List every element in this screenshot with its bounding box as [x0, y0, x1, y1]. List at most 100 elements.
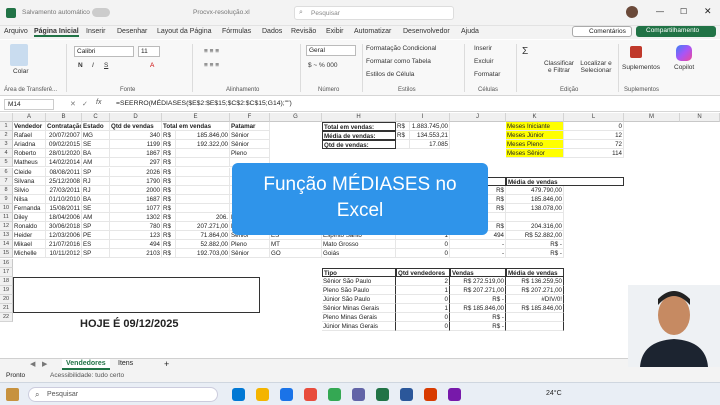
grid-cell[interactable]: 297: [110, 158, 162, 168]
grid-cell[interactable]: Roberto: [13, 149, 46, 159]
grid-cell[interactable]: 185.846,00: [176, 131, 230, 141]
tab-automatizar[interactable]: Automatizar: [354, 28, 391, 35]
avatar[interactable]: [626, 6, 638, 18]
align-left-icon[interactable]: ≡ ≡ ≡: [204, 62, 219, 69]
grid-cell[interactable]: GO: [270, 249, 322, 259]
grid-cell[interactable]: 2026: [110, 167, 162, 177]
tab-inserir[interactable]: Inserir: [86, 28, 105, 35]
grid-cell[interactable]: Rafael: [13, 131, 46, 141]
paste-icon[interactable]: [10, 44, 28, 66]
sheet-tab-vendedores[interactable]: Vendedores: [62, 359, 110, 370]
grid-cell[interactable]: 1867: [110, 149, 162, 159]
grid-cell[interactable]: Ronaldo: [13, 222, 46, 232]
grid-cell[interactable]: RJ: [82, 185, 110, 195]
grid-cell[interactable]: 1687: [110, 194, 162, 204]
delete-cells-button[interactable]: Excluir: [474, 58, 494, 65]
chrome-icon[interactable]: [328, 388, 341, 401]
grid-cell[interactable]: R$: [162, 185, 176, 195]
addins-button[interactable]: Suplementos: [622, 64, 660, 71]
copilot-icon[interactable]: [676, 45, 692, 61]
taskbar-search[interactable]: ⌕ Pesquisar: [28, 387, 218, 402]
grid-cell[interactable]: Fernanda: [13, 203, 46, 213]
grid-cell[interactable]: BA: [82, 149, 110, 159]
row-header[interactable]: 22: [0, 313, 13, 323]
row-header[interactable]: 5: [0, 158, 13, 168]
grid-cell[interactable]: AM: [82, 213, 110, 222]
formula-input[interactable]: =SEERRO(MÉDIASES($E$2:$E$15;$C$2:$C$15;G…: [112, 98, 712, 110]
column-header[interactable]: K: [506, 113, 564, 122]
weather-label[interactable]: 24°C: [546, 390, 562, 397]
paste-button[interactable]: Colar: [13, 68, 29, 75]
grid-cell[interactable]: MT: [270, 240, 322, 250]
grid-cell[interactable]: BA: [82, 194, 110, 204]
insert-function-icon[interactable]: fx: [96, 99, 101, 106]
row-header[interactable]: 1: [0, 122, 13, 131]
grid-cell[interactable]: Patamar: [230, 122, 270, 131]
grid-cell[interactable]: [176, 176, 230, 186]
grid-cell[interactable]: Nilsa: [13, 194, 46, 204]
font-color-icon[interactable]: A: [150, 62, 154, 69]
font-name-select[interactable]: Calibri: [74, 46, 134, 57]
select-all-corner[interactable]: [0, 113, 13, 122]
sort-filter-button[interactable]: Classificar e Filtrar: [544, 60, 574, 74]
grid-cell[interactable]: Silvana: [13, 176, 46, 186]
grid-cell[interactable]: R$: [162, 167, 176, 177]
grid-cell[interactable]: R$: [162, 149, 176, 159]
grid-cell[interactable]: [176, 149, 230, 159]
cancel-icon[interactable]: ✕: [70, 100, 76, 108]
grid-cell[interactable]: R$: [162, 240, 176, 250]
grid-cell[interactable]: 30/06/2018: [46, 222, 82, 232]
grid-cell[interactable]: [176, 194, 230, 204]
column-header[interactable]: D: [110, 113, 162, 122]
grid-cell[interactable]: SP: [82, 222, 110, 232]
grid-cell[interactable]: ES: [82, 240, 110, 250]
grid-cell[interactable]: SP: [82, 167, 110, 177]
autosave-toggle[interactable]: [92, 8, 110, 17]
grid-cell[interactable]: 494: [110, 240, 162, 250]
grid-cell[interactable]: [176, 167, 230, 177]
align-top-icon[interactable]: ≡ ≡ ≡: [204, 48, 219, 55]
row-header[interactable]: 16: [0, 258, 13, 268]
grid-cell[interactable]: 20/07/2007: [46, 131, 82, 141]
grid-cell[interactable]: Sênior: [230, 131, 270, 141]
grid-cell[interactable]: 71.864,00: [176, 231, 230, 241]
grid-cell[interactable]: Contratação: [46, 122, 82, 131]
tab-desenhar[interactable]: Desenhar: [117, 28, 147, 35]
grid-cell[interactable]: Ariadna: [13, 140, 46, 150]
grid-cell[interactable]: 08/08/2011: [46, 167, 82, 177]
app-icon[interactable]: [304, 388, 317, 401]
confirm-icon[interactable]: ✓: [82, 100, 88, 108]
row-header[interactable]: 6: [0, 167, 13, 177]
grid-cell[interactable]: 18/04/2006: [46, 213, 82, 222]
row-header[interactable]: 9: [0, 194, 13, 204]
name-box[interactable]: M14: [4, 99, 54, 110]
tab-dados[interactable]: Dados: [262, 28, 282, 35]
row-header[interactable]: 21: [0, 304, 13, 313]
grid-cell[interactable]: Pleno: [230, 240, 270, 250]
tab-arquivo[interactable]: Arquivo: [4, 28, 28, 35]
grid-cell[interactable]: R$: [162, 213, 176, 222]
row-header[interactable]: 18: [0, 276, 13, 286]
grid-cell[interactable]: Sênior: [230, 140, 270, 150]
excel-taskbar-icon[interactable]: [376, 388, 389, 401]
grid-cell[interactable]: Diley: [13, 213, 46, 222]
file-explorer-icon[interactable]: [256, 388, 269, 401]
format-table-button[interactable]: Formatar como Tabela: [366, 58, 431, 65]
grid-cell[interactable]: Heider: [13, 231, 46, 241]
row-header[interactable]: 10: [0, 203, 13, 213]
tab-ajuda[interactable]: Ajuda: [461, 28, 479, 35]
grid-cell[interactable]: Silvio: [13, 185, 46, 195]
prev-sheet-icon[interactable]: ◀: [30, 360, 35, 368]
grid-cell[interactable]: MG: [82, 131, 110, 141]
underline-button[interactable]: S: [104, 62, 108, 69]
column-header[interactable]: N: [680, 113, 720, 122]
grid-cell[interactable]: Cleide: [13, 167, 46, 177]
cell-styles-button[interactable]: Estilos de Célula: [366, 71, 414, 78]
grid-cell[interactable]: 1790: [110, 176, 162, 186]
grid-cell[interactable]: R$: [162, 131, 176, 141]
addins-icon[interactable]: [630, 46, 642, 58]
grid-cell[interactable]: 10/11/2012: [46, 249, 82, 259]
sum-icon[interactable]: Σ: [522, 46, 528, 57]
row-header[interactable]: 12: [0, 222, 13, 232]
row-header[interactable]: 13: [0, 231, 13, 241]
